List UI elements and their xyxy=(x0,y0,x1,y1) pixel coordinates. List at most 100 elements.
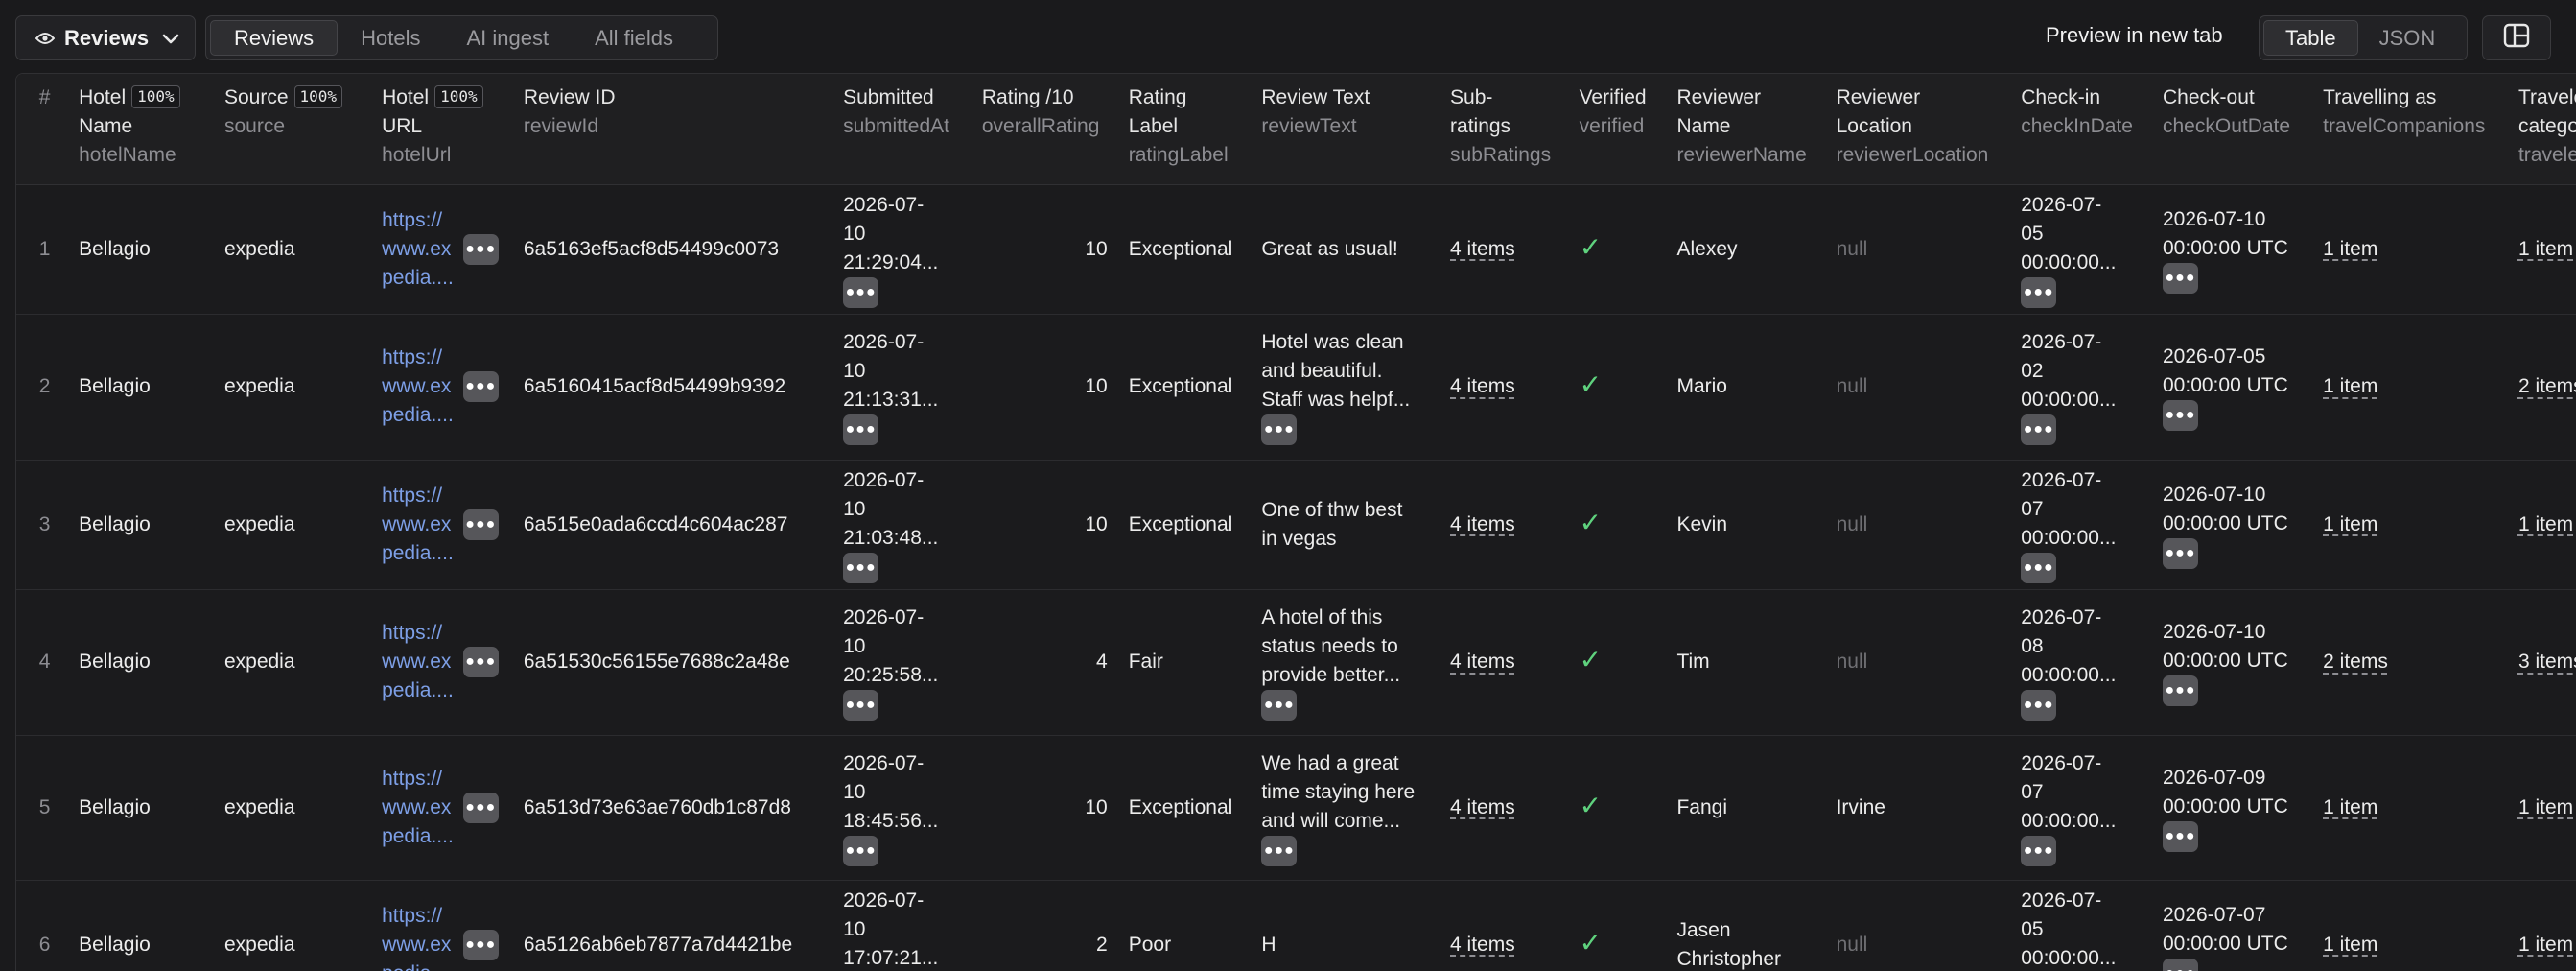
expand-check-in-button[interactable]: ●●● xyxy=(2021,690,2057,721)
col-header-rating-label[interactable]: Rating Label ratingLabel xyxy=(1122,74,1256,185)
expand-check-in-button[interactable]: ●●● xyxy=(2021,414,2057,445)
sub-ratings-link[interactable]: 4 items xyxy=(1450,513,1515,535)
col-header-rating[interactable]: Rating /10 overallRating xyxy=(975,74,1123,185)
expand-submitted-button[interactable]: ●●● xyxy=(843,414,879,445)
tab-json[interactable]: JSON xyxy=(2358,20,2457,56)
col-header-review-id[interactable]: Review ID reviewId xyxy=(517,74,838,185)
review-id-cell: 6a51530c56155e7688c2a48e xyxy=(517,589,838,736)
hotel-url-link[interactable]: https://www.expedia.... xyxy=(382,343,454,430)
expand-check-out-button[interactable]: ●●● xyxy=(2163,400,2198,431)
col-header-check-in[interactable]: Check-in checkInDate xyxy=(2015,74,2157,185)
tab-hotels[interactable]: Hotels xyxy=(338,20,443,56)
more-horizontal-icon: ●●● xyxy=(465,240,497,257)
expand-check-in-button[interactable]: ●●● xyxy=(2021,552,2057,583)
table-row[interactable]: 5 Bellagio expedia https://www.ex pedia..… xyxy=(16,735,2576,881)
expand-check-out-button[interactable]: ●●● xyxy=(2163,675,2198,706)
sub-ratings-cell: 4 items xyxy=(1444,184,1574,315)
travelling-as-cell: 1 item xyxy=(2317,460,2513,590)
table-row[interactable]: 3 Bellagio expedia https://www.ex pedia..… xyxy=(16,460,2576,590)
hotel-url-link[interactable]: https://www.expedia.... xyxy=(382,765,454,851)
tab-ai-ingest[interactable]: AI ingest xyxy=(444,20,573,56)
expand-check-in-button[interactable]: ●●● xyxy=(2021,835,2057,866)
expand-check-in-button[interactable]: ●●● xyxy=(2021,276,2057,308)
col-header-hotel-name[interactable]: Hotel 100% Name hotelName xyxy=(73,74,219,185)
col-header-travelling-as[interactable]: Travelling as travelCompanions xyxy=(2317,74,2513,185)
table-row[interactable]: 6 Bellagio expedia https://www.expedia..… xyxy=(16,880,2576,971)
expand-check-out-button[interactable]: ●●● xyxy=(2163,537,2198,569)
expand-submitted-button[interactable]: ●●● xyxy=(843,552,879,583)
sub-ratings-cell: 4 items xyxy=(1444,460,1574,590)
table-row[interactable]: 2 Bellagio expedia https://www.ex pedia..… xyxy=(16,314,2576,461)
travelling-as-cell: 1 item xyxy=(2317,314,2513,461)
travelling-as-link[interactable]: 1 item xyxy=(2323,513,2377,535)
expand-check-out-button[interactable]: ●●● xyxy=(2163,958,2198,971)
expand-submitted-button[interactable]: ●●● xyxy=(843,276,879,308)
expand-url-button[interactable]: ●●● xyxy=(462,371,499,402)
hotel-url-link[interactable]: https://www.expedia.... xyxy=(382,482,454,568)
layout-panels-icon xyxy=(2503,23,2530,53)
expand-review-text-button[interactable]: ●●● xyxy=(1261,414,1298,445)
expand-check-out-button[interactable]: ●●● xyxy=(2163,262,2198,294)
more-horizontal-icon: ●●● xyxy=(2023,697,2054,713)
more-horizontal-icon: ●●● xyxy=(2165,682,2196,699)
travelling-as-cell: 1 item xyxy=(2317,735,2513,881)
col-header-verified[interactable]: Verified verified xyxy=(1573,74,1672,185)
travelling-as-cell: 2 items xyxy=(2317,589,2513,736)
expand-url-button[interactable]: ●●● xyxy=(462,509,499,540)
col-header-sub-ratings[interactable]: Sub- ratings subRatings xyxy=(1444,74,1574,185)
traveler-categories-link[interactable]: 1 item xyxy=(2518,934,2573,956)
layout-toggle-button[interactable] xyxy=(2482,15,2551,60)
sub-ratings-link[interactable]: 4 items xyxy=(1450,651,1515,673)
view-selector[interactable]: Reviews xyxy=(15,15,196,60)
sub-ratings-link[interactable]: 4 items xyxy=(1450,934,1515,956)
table-row[interactable]: 4 Bellagio expedia https://www.ex pedia..… xyxy=(16,589,2576,736)
col-header-submitted[interactable]: Submitted submittedAt xyxy=(837,74,976,185)
hotel-url-link[interactable]: https://www.expedia.... xyxy=(382,619,454,705)
travelling-as-link[interactable]: 2 items xyxy=(2323,651,2388,673)
preview-in-new-tab-link[interactable]: Preview in new tab xyxy=(2046,23,2223,48)
col-header-check-out[interactable]: Check-out checkOutDate xyxy=(2157,74,2318,185)
tab-all-fields[interactable]: All fields xyxy=(572,20,696,56)
more-horizontal-icon: ●●● xyxy=(845,558,877,576)
check-out-cell: 2026-07-0700:00:00 UTC ●●● xyxy=(2157,880,2318,971)
tab-reviews[interactable]: Reviews xyxy=(210,20,339,56)
col-header-hotel-url[interactable]: Hotel 100% URL hotelUrl xyxy=(376,74,518,185)
col-header-reviewer-name[interactable]: Reviewer Name reviewerName xyxy=(1671,74,1831,185)
expand-submitted-button[interactable]: ●●● xyxy=(843,835,879,866)
expand-review-text-button[interactable]: ●●● xyxy=(1261,690,1298,721)
sub-ratings-link[interactable]: 4 items xyxy=(1450,375,1515,397)
tab-table[interactable]: Table xyxy=(2263,20,2358,56)
col-header-traveler-categories[interactable]: Traveler categories travelerC xyxy=(2512,74,2576,185)
submitted-cell: 2026-07-1017:07:21... ●●● xyxy=(837,880,976,971)
travelling-as-link[interactable]: 1 item xyxy=(2323,796,2377,818)
col-header-review-text[interactable]: Review Text reviewText xyxy=(1255,74,1445,185)
traveler-categories-link[interactable]: 1 item xyxy=(2518,513,2573,535)
expand-review-text-button[interactable]: ●●● xyxy=(1261,835,1298,866)
travelling-as-link[interactable]: 1 item xyxy=(2323,238,2377,260)
traveler-categories-link[interactable]: 1 item xyxy=(2518,238,2573,260)
more-horizontal-icon: ●●● xyxy=(2165,407,2196,423)
travelling-as-link[interactable]: 1 item xyxy=(2323,375,2377,397)
travelling-as-link[interactable]: 1 item xyxy=(2323,934,2377,956)
sub-ratings-link[interactable]: 4 items xyxy=(1450,796,1515,818)
hotel-url-link[interactable]: https://www.expedia.... xyxy=(382,902,454,971)
expand-url-button[interactable]: ●●● xyxy=(462,792,499,823)
traveler-categories-link[interactable]: 2 items xyxy=(2518,375,2576,397)
hotel-url-link[interactable]: https://www.expedia.... xyxy=(382,206,454,293)
expand-url-button[interactable]: ●●● xyxy=(462,233,499,265)
sub-ratings-link[interactable]: 4 items xyxy=(1450,238,1515,260)
expand-submitted-button[interactable]: ●●● xyxy=(843,690,879,721)
hotel-url-cell: https://www.expedia.... ●●● xyxy=(376,460,518,590)
submitted-cell: 2026-07- 10 21:29:04... ●●● xyxy=(837,184,976,315)
expand-url-button[interactable]: ●●● xyxy=(462,929,499,960)
check-out-cell: 2026-07-10 00:00:00 UTC ●●● xyxy=(2157,184,2318,315)
col-header-source[interactable]: Source 100% source xyxy=(218,74,377,185)
expand-url-button[interactable]: ●●● xyxy=(462,647,499,677)
col-header-reviewer-location[interactable]: Reviewer Location reviewerLocation xyxy=(1830,74,2016,185)
more-horizontal-icon: ●●● xyxy=(2023,558,2054,576)
traveler-categories-link[interactable]: 1 item xyxy=(2518,796,2573,818)
reviews-table-container[interactable]: # Hotel 100% Name hotelName Source 100% so… xyxy=(15,73,2576,971)
traveler-categories-link[interactable]: 3 items xyxy=(2518,651,2576,673)
table-row[interactable]: 1 Bellagio expedia https://www.ex pedia..… xyxy=(16,184,2576,315)
expand-check-out-button[interactable]: ●●● xyxy=(2163,820,2198,852)
